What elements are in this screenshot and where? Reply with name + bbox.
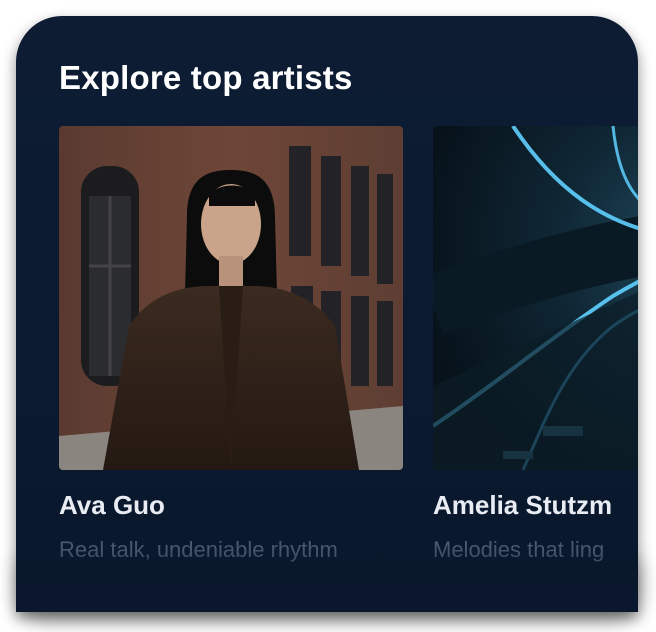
artist-card[interactable]: Amelia Stutzm Melodies that ling bbox=[433, 126, 638, 563]
artist-image[interactable] bbox=[59, 126, 403, 470]
explore-artists-card: Explore top artists Ava Guo Real talk, u… bbox=[16, 16, 638, 612]
portrait-photo bbox=[59, 126, 403, 470]
artist-card[interactable]: Ava Guo Real talk, undeniable rhythm bbox=[59, 126, 403, 563]
artist-tagline: Melodies that ling bbox=[433, 537, 605, 562]
section-title: Explore top artists bbox=[59, 59, 353, 96]
artist-image[interactable] bbox=[433, 126, 638, 470]
neon-tunnel-photo bbox=[433, 126, 638, 470]
artist-name[interactable]: Amelia Stutzm bbox=[433, 490, 638, 521]
artist-tagline: Real talk, undeniable rhythm bbox=[59, 537, 338, 562]
artist-name[interactable]: Ava Guo bbox=[59, 490, 403, 521]
